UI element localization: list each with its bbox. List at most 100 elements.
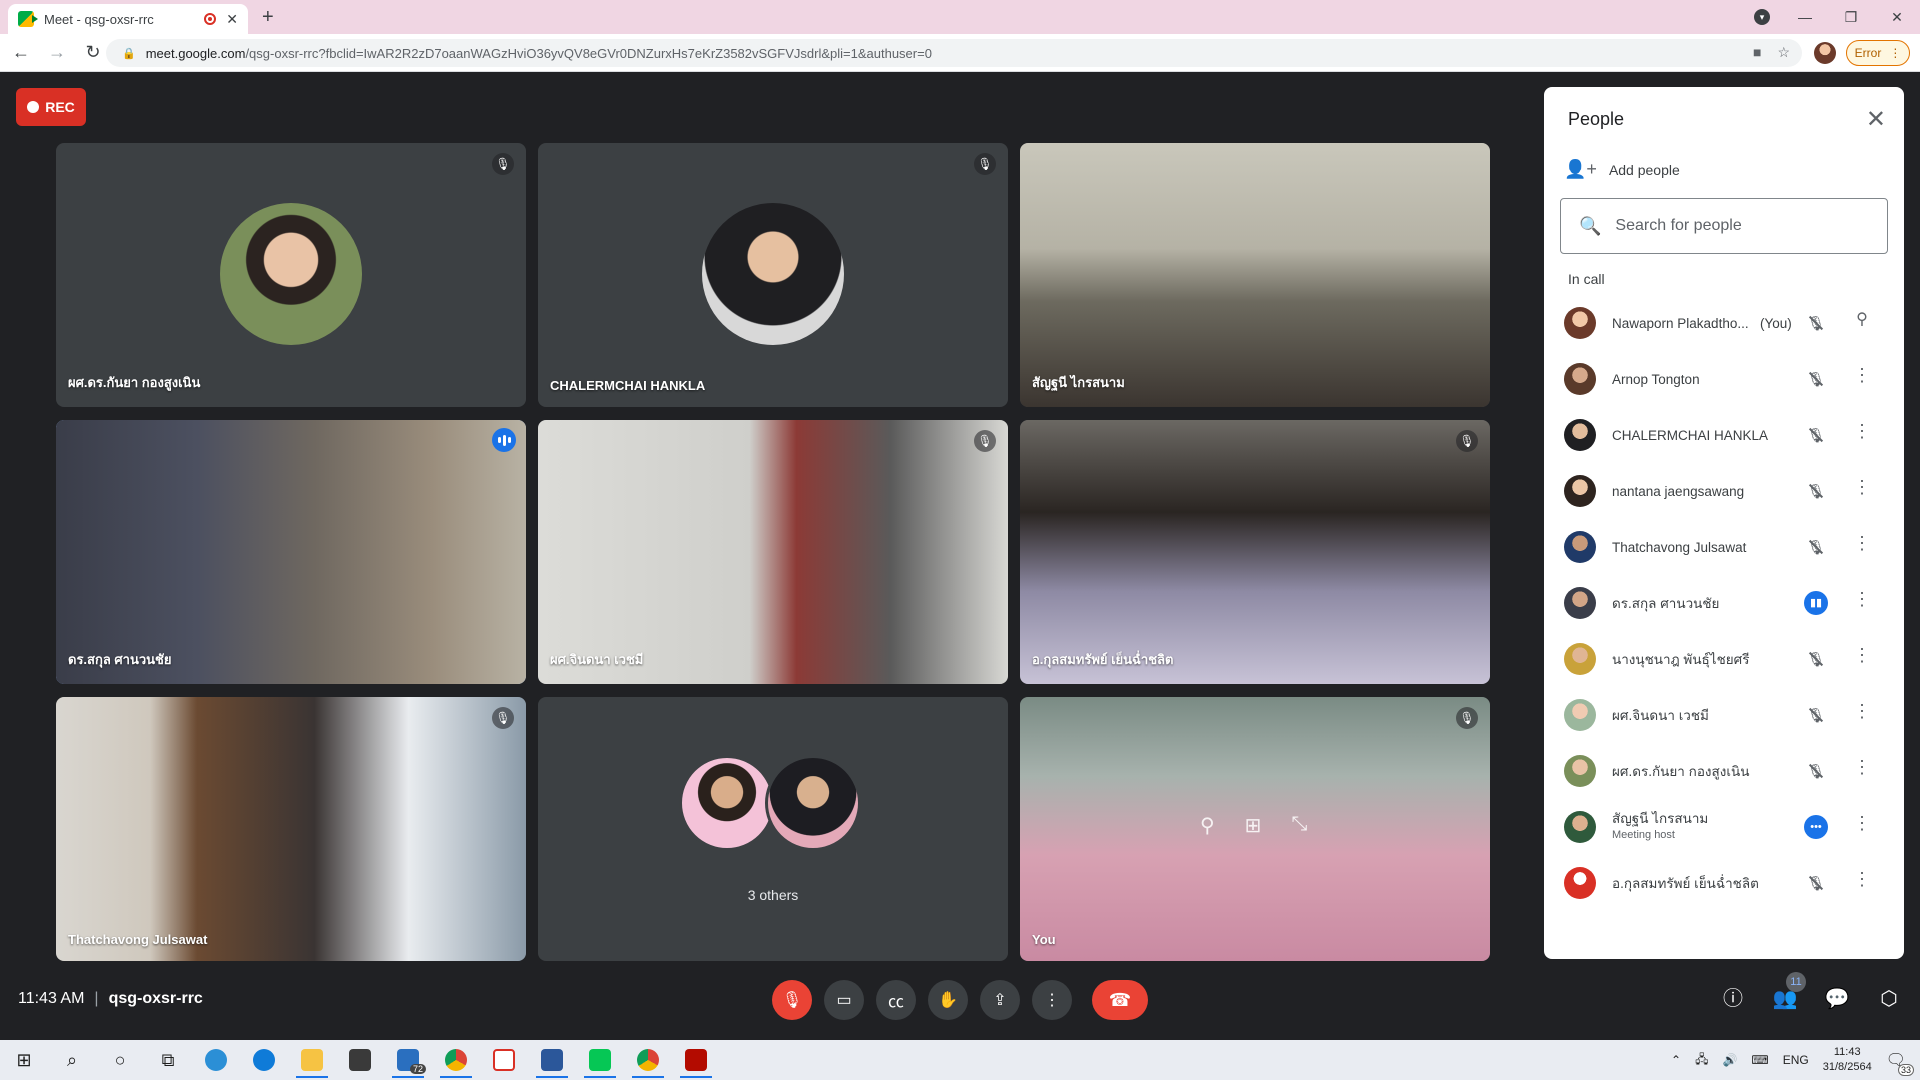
browser-tab-meet[interactable]: Meet - qsg-oxsr-rrc ✕ <box>8 4 248 34</box>
chrome-active-icon[interactable] <box>624 1040 672 1080</box>
more-options-icon[interactable]: ⋮ <box>1850 421 1874 442</box>
list-item[interactable]: Arnop Tongton 🎙 ⋮ <box>1544 351 1904 407</box>
participant-tile[interactable]: สัญฐนี ไกรสนาม <box>1020 143 1490 407</box>
more-options-icon[interactable]: ⋮ <box>1850 869 1874 890</box>
others-tile[interactable]: 3 others <box>538 697 1008 961</box>
participant-avatar <box>220 203 362 345</box>
search-icon[interactable]: ⌕ <box>48 1040 96 1080</box>
list-item[interactable]: Thatchavong Julsawat 🎙 ⋮ <box>1544 519 1904 575</box>
participant-tile[interactable]: 🎙 CHALERMCHAI HANKLA <box>538 143 1008 407</box>
self-tile[interactable]: ⚲ ⊞ ⤡ 🎙 You <box>1020 697 1490 961</box>
list-item[interactable]: นางนุชนาฎ พันธุ์ไชยศรี 🎙 ⋮ <box>1544 631 1904 687</box>
pin-icon[interactable]: ⚲ <box>1200 813 1215 838</box>
avatar <box>1564 587 1596 619</box>
raise-hand-button[interactable]: ✋ <box>928 980 968 1020</box>
reload-icon[interactable]: ↻ <box>78 42 108 63</box>
participant-tile-speaking[interactable]: ดร.สกุล ศานวนชัย <box>56 420 526 684</box>
line-icon[interactable] <box>576 1040 624 1080</box>
acrobat-icon[interactable] <box>480 1040 528 1080</box>
more-options-icon[interactable]: ⋮ <box>1850 701 1874 722</box>
more-options-icon[interactable]: ⋮ <box>1850 533 1874 554</box>
more-options-icon[interactable]: ⋮ <box>1850 813 1874 834</box>
add-people-button[interactable]: 👤+ Add people <box>1564 159 1680 180</box>
people-search-input[interactable]: 🔍 Search for people <box>1560 198 1888 254</box>
start-windows-icon[interactable]: ⊞ <box>0 1040 48 1080</box>
pin-icon[interactable]: ⚲ <box>1850 309 1874 329</box>
task-view-icon[interactable]: ⧉ <box>144 1040 192 1080</box>
back-icon[interactable]: ← <box>6 42 36 63</box>
internet-explorer-icon[interactable] <box>192 1040 240 1080</box>
tab-search-icon[interactable]: ▾ <box>1754 9 1770 25</box>
browser-error-button[interactable]: Error ⋮ <box>1846 40 1910 66</box>
minimize-tile-icon[interactable]: ⤡ <box>1291 813 1307 838</box>
keyboard-icon[interactable]: ⌨ <box>1751 1053 1768 1067</box>
restore-icon[interactable]: ❐ <box>1828 9 1874 26</box>
window-controls: — ❐ ✕ <box>1782 0 1920 34</box>
recording-badge[interactable]: REC <box>16 88 86 126</box>
meeting-info-icon[interactable]: ⓘ <box>1720 986 1746 1012</box>
meet-favicon-icon <box>18 11 38 27</box>
chrome-icon[interactable] <box>432 1040 480 1080</box>
profile-avatar[interactable] <box>1814 42 1836 64</box>
notifications-icon[interactable]: 🗨 33 <box>1886 1050 1914 1076</box>
participant-name: สัญฐนี ไกรสนาม <box>1032 375 1125 390</box>
list-item[interactable]: ดร.สกุล ศานวนชัย ▮▮ ⋮ <box>1544 575 1904 631</box>
new-tab-button[interactable]: + <box>262 6 274 29</box>
mic-off-icon: 🎙 <box>1804 311 1828 335</box>
participant-tile[interactable]: 🎙 อ.กุลสมทรัพย์ เย็นฉ่ำชลิต <box>1020 420 1490 684</box>
participant-tile[interactable]: 🎙 ผศ.จินดนา เวชมี <box>538 420 1008 684</box>
more-options-button[interactable]: ⋮ <box>1032 980 1072 1020</box>
more-options-icon[interactable]: ⋮ <box>1850 477 1874 498</box>
camera-toggle-button[interactable]: ▭ <box>824 980 864 1020</box>
tab-close-icon[interactable]: ✕ <box>226 11 238 28</box>
captions-button[interactable]: ㏄ <box>876 980 916 1020</box>
url-host: meet.google.com <box>145 45 246 61</box>
error-label: Error <box>1854 46 1882 60</box>
system-tray: ⌃ 🖧 🔊 ⌨ ENG 11:43 31/8/2564 🗨 33 <box>1671 1040 1920 1080</box>
minimize-icon[interactable]: — <box>1782 9 1828 25</box>
file-explorer-icon[interactable] <box>288 1040 336 1080</box>
list-item[interactable]: nantana jaengsawang 🎙 ⋮ <box>1544 463 1904 519</box>
camera-in-use-icon[interactable]: ■ <box>1753 44 1761 61</box>
participant-tile[interactable]: 🎙 ผศ.ดร.กันยา กองสูงเนิน <box>56 143 526 407</box>
activities-icon[interactable]: ⬡ <box>1876 986 1902 1012</box>
store-icon[interactable] <box>336 1040 384 1080</box>
list-item[interactable]: Nawaporn Plakadtho... (You) 🎙 ⚲ <box>1544 295 1904 351</box>
leave-call-button[interactable]: ☎ <box>1092 980 1148 1020</box>
lock-icon[interactable]: 🔒 <box>122 47 136 60</box>
present-screen-button[interactable]: ⇪ <box>980 980 1020 1020</box>
list-item[interactable]: สัญฐนี ไกรสนาม Meeting host ••• ⋮ <box>1544 799 1904 855</box>
side-controls: ⓘ 👥 11 💬 ⬡ <box>1720 972 1902 1012</box>
avatar <box>1564 699 1596 731</box>
cortana-icon[interactable]: ○ <box>96 1040 144 1080</box>
more-options-icon[interactable]: ⋮ <box>1850 365 1874 386</box>
microphone-toggle-button[interactable]: 🎙 <box>772 980 812 1020</box>
meeting-time: 11:43 AM <box>18 990 85 1007</box>
tile-layout-icon[interactable]: ⊞ <box>1245 813 1262 838</box>
address-bar[interactable]: 🔒 meet.google.com/qsg-oxsr-rrc?fbclid=Iw… <box>106 39 1802 67</box>
participant-tile[interactable]: 🎙 Thatchavong Julsawat <box>56 697 526 961</box>
language-indicator[interactable]: ENG <box>1783 1053 1809 1067</box>
volume-icon[interactable]: 🔊 <box>1722 1053 1737 1067</box>
network-icon[interactable]: 🖧 <box>1695 1050 1708 1071</box>
more-options-icon[interactable]: ⋮ <box>1850 589 1874 610</box>
edge-icon[interactable] <box>240 1040 288 1080</box>
list-item[interactable]: ผศ.ดร.กันยา กองสูงเนิน 🎙 ⋮ <box>1544 743 1904 799</box>
people-icon[interactable]: 👥 11 <box>1772 972 1806 1012</box>
system-clock[interactable]: 11:43 31/8/2564 <box>1823 1045 1872 1075</box>
bookmark-star-icon[interactable]: ☆ <box>1777 44 1790 61</box>
more-options-icon[interactable]: ⋮ <box>1850 757 1874 778</box>
tray-expand-icon[interactable]: ⌃ <box>1671 1053 1681 1067</box>
list-item[interactable]: อ.กุลสมทรัพย์ เย็นฉ่ำชลิต 🎙 ⋮ <box>1544 855 1904 911</box>
close-panel-icon[interactable]: ✕ <box>1866 105 1886 134</box>
mail-icon[interactable]: 72 <box>384 1040 432 1080</box>
list-item[interactable]: CHALERMCHAI HANKLA 🎙 ⋮ <box>1544 407 1904 463</box>
word-icon[interactable] <box>528 1040 576 1080</box>
window-close-icon[interactable]: ✕ <box>1874 9 1920 26</box>
acrobat-reader-icon[interactable] <box>672 1040 720 1080</box>
list-item[interactable]: ผศ.จินดนา เวชมี 🎙 ⋮ <box>1544 687 1904 743</box>
recording-label: REC <box>45 99 75 115</box>
chat-icon[interactable]: 💬 <box>1824 986 1850 1012</box>
more-options-icon[interactable]: ⋮ <box>1850 645 1874 666</box>
forward-icon[interactable]: → <box>42 42 72 63</box>
